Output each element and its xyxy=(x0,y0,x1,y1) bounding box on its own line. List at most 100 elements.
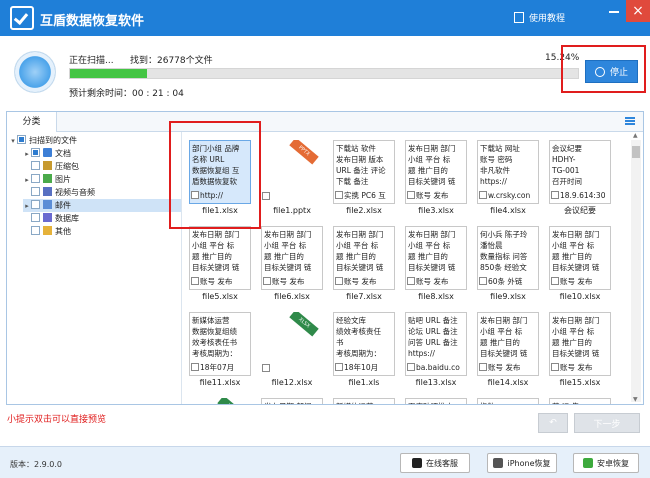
back-button[interactable]: ↶ xyxy=(538,413,568,433)
checkbox[interactable] xyxy=(31,200,40,209)
checkbox[interactable] xyxy=(191,277,199,285)
checkbox-row[interactable]: ba.baidu.co xyxy=(407,362,460,373)
file-thumbnail[interactable]: 指数 xyxy=(477,398,539,404)
file-thumbnail[interactable]: 发布日期 部门 小组 平台 标题 推广目的 目标关键词 链账号 发布 xyxy=(477,312,539,376)
file-item[interactable]: 经验文库 绩效考核责任书考核周期为： 18年10月 file1.xls xyxy=(329,312,399,389)
tree-item-images[interactable]: ▸ 图片 xyxy=(23,173,71,186)
file-item[interactable]: 贴吧 URL 备注 论坛 URL 备注 问答 URL 备注 https:// ba.ba… xyxy=(401,312,471,389)
checkbox[interactable] xyxy=(479,277,487,285)
checkbox-row[interactable]: 账号 发布 xyxy=(479,362,521,373)
file-item[interactable]: 发布日期 部门 小组 平台 标题 推广目的 目标关键词 链账号 发布 file5.xl… xyxy=(185,226,255,303)
file-item[interactable]: 发布日期 部门 小组 平台 标题 推广目的 目标关键词 链账号 发布 file15.x… xyxy=(545,312,615,389)
file-thumbnail[interactable]: 贴吧 URL 备注 论坛 URL 备注 问答 URL 备注 https:// ba.ba… xyxy=(405,312,467,376)
file-item[interactable]: 发布日期 部门 小组 平台 标题 推广目的 目标关键词 链账号 发布 file3.xl… xyxy=(401,140,471,217)
checkbox[interactable] xyxy=(479,363,487,371)
checkbox-row[interactable]: 60条 外链 xyxy=(479,276,523,287)
checkbox-row[interactable]: 18年07月 xyxy=(191,362,235,373)
checkbox[interactable] xyxy=(31,213,40,222)
tree-item-root[interactable]: ▾ 扫描到的文件 xyxy=(9,134,77,147)
file-item[interactable]: 营 运 告 xyxy=(545,398,615,404)
minimize-button[interactable] xyxy=(602,0,626,22)
file-item[interactable]: 新媒体运营 xyxy=(329,398,399,404)
scroll-up-icon[interactable]: ▲ xyxy=(633,132,638,139)
checkbox[interactable] xyxy=(262,192,270,200)
file-thumbnail[interactable]: 新媒体运营 数据恢复组绩 效考核表任书 考核周期为： 18年07月 xyxy=(189,312,251,376)
file-item[interactable]: 何小兵 陈子玲 潘怡晨 数量指标 问答 850条 经验文 60条 外链 file9.xls… xyxy=(473,226,543,303)
close-button[interactable]: × xyxy=(626,0,650,22)
file-thumbnail[interactable]: 发布日期 部门 小组 平台 标题 推广目的 目标关键词 链账号 发布 xyxy=(549,312,611,376)
checkbox[interactable] xyxy=(551,277,559,285)
checkbox[interactable] xyxy=(17,135,26,144)
checkbox[interactable] xyxy=(335,277,343,285)
file-item[interactable]: 发布日期 部门 小组 平台 标题 推广目的 目标关键词 链账号 发布 file7.xl… xyxy=(329,226,399,303)
checkbox[interactable] xyxy=(551,191,559,199)
file-item[interactable]: 发布日期 部门 小组 平台 标题 推广目的 目标关键词 链账号 发布 file8.xl… xyxy=(401,226,471,303)
tree-item-other[interactable]: 其他 xyxy=(23,225,71,238)
file-item[interactable]: 发布日期 部门 小组 平台 标题 推广目的 目标关键词 链账号 发布 file10.x… xyxy=(545,226,615,303)
file-thumbnail[interactable]: 发布日期 部门 xyxy=(261,398,323,404)
checkbox[interactable] xyxy=(31,174,40,183)
checkbox-row[interactable]: 实携 PC6 互 xyxy=(335,190,386,201)
file-thumbnail[interactable]: 发布日期 部门 小组 平台 标题 推广目的 目标关键词 链账号 发布 xyxy=(405,140,467,204)
iphone-recovery-button[interactable]: iPhone恢复 xyxy=(487,453,557,473)
checkbox-row[interactable]: 账号 发布 xyxy=(551,276,593,287)
checkbox[interactable] xyxy=(262,364,270,372)
file-item[interactable]: 发布日期 部门 小组 平台 标题 推广目的 目标关键词 链账号 发布 file14.x… xyxy=(473,312,543,389)
checkbox-row[interactable]: 账号 发布 xyxy=(407,190,449,201)
file-thumbnail[interactable]: 发布日期 部门 小组 平台 标题 推广目的 目标关键词 链账号 发布 xyxy=(261,226,323,290)
checkbox-row[interactable]: 账号 发布 xyxy=(407,276,449,287)
checkbox[interactable] xyxy=(263,277,271,285)
checkbox-row[interactable]: 账号 发布 xyxy=(191,276,233,287)
checkbox-row[interactable]: 账号 发布 xyxy=(551,362,593,373)
file-thumbnail[interactable]: XLSX xyxy=(261,312,323,376)
file-item[interactable]: 指数 xyxy=(473,398,543,404)
file-item[interactable]: 发布日期 部门 小组 平台 标题 推广目的 目标关键词 链账号 发布 file6.xl… xyxy=(257,226,327,303)
file-thumbnail[interactable]: XLSX xyxy=(189,398,251,404)
tree-item-mail[interactable]: ▸ 邮件 xyxy=(23,199,181,212)
file-thumbnail[interactable]: 发布日期 部门 小组 平台 标题 推广目的 目标关键词 链账号 发布 xyxy=(333,226,395,290)
file-item[interactable]: 会议纪要 HDHY- TG-001 召开时间 18.9.614:30 会议纪要 xyxy=(545,140,615,217)
file-thumbnail[interactable]: 百度贴吧推广 xyxy=(405,398,467,404)
checkbox[interactable] xyxy=(31,148,40,157)
scroll-thumb[interactable] xyxy=(632,146,640,158)
tree-item-documents[interactable]: ▸ 文档 xyxy=(23,147,71,160)
checkbox-row[interactable]: 账号 发布 xyxy=(263,276,305,287)
file-item[interactable]: 新媒体运营 数据恢复组绩 效考核表任书 考核周期为： 18年07月 file11.xlsx xyxy=(185,312,255,389)
file-thumbnail[interactable]: 何小兵 陈子玲 潘怡晨 数量指标 问答 850条 经验文 60条 外链 xyxy=(477,226,539,290)
next-button[interactable]: 下一步 xyxy=(574,413,640,433)
file-item[interactable]: 下载站 网址 账号 密码 非凡软件 https:// w.crsky.con file4.… xyxy=(473,140,543,217)
checkbox-row[interactable]: 账号 发布 xyxy=(335,276,377,287)
tree-item-archives[interactable]: 压缩包 xyxy=(23,160,79,173)
file-thumbnail[interactable]: PPTX xyxy=(261,140,323,204)
view-menu-icon[interactable] xyxy=(625,117,635,125)
tree-item-database[interactable]: 数据库 xyxy=(23,212,79,225)
file-thumbnail[interactable]: 会议纪要 HDHY- TG-001 召开时间 18.9.614:30 xyxy=(549,140,611,204)
help-link[interactable]: 使用教程 xyxy=(514,11,565,24)
file-item[interactable]: 百度贴吧推广 xyxy=(401,398,471,404)
tree-item-video-audio[interactable]: 视频与音频 xyxy=(23,186,95,199)
checkbox[interactable] xyxy=(407,363,415,371)
tab-category[interactable]: 分类 xyxy=(7,112,57,132)
checkbox-row[interactable]: 18年10月 xyxy=(335,362,379,373)
checkbox-row[interactable]: w.crsky.con xyxy=(479,190,531,201)
checkbox[interactable] xyxy=(479,191,487,199)
checkbox[interactable] xyxy=(407,277,415,285)
checkbox[interactable] xyxy=(335,363,343,371)
file-item[interactable]: PPTX file1.pptx xyxy=(257,140,327,217)
scroll-down-icon[interactable]: ▼ xyxy=(633,396,638,403)
file-thumbnail[interactable]: 发布日期 部门 小组 平台 标题 推广目的 目标关键词 链账号 发布 xyxy=(189,226,251,290)
file-thumbnail[interactable]: 营 运 告 xyxy=(549,398,611,404)
file-item[interactable]: 发布日期 部门 xyxy=(257,398,327,404)
file-thumbnail[interactable]: 发布日期 部门 小组 平台 标题 推广目的 目标关键词 链账号 发布 xyxy=(405,226,467,290)
android-recovery-button[interactable]: 安卓恢复 xyxy=(573,453,639,473)
file-item[interactable]: XLSX file12.xlsx xyxy=(257,312,327,389)
checkbox[interactable] xyxy=(335,191,343,199)
file-thumbnail[interactable]: 经验文库 绩效考核责任书考核周期为： 18年10月 xyxy=(333,312,395,376)
checkbox[interactable] xyxy=(31,226,40,235)
file-thumbnail[interactable]: 发布日期 部门 小组 平台 标题 推广目的 目标关键词 链账号 发布 xyxy=(549,226,611,290)
online-service-button[interactable]: 在线客服 xyxy=(400,453,470,473)
checkbox[interactable] xyxy=(31,187,40,196)
checkbox[interactable] xyxy=(31,161,40,170)
file-thumbnail[interactable]: 新媒体运营 xyxy=(333,398,395,404)
file-item[interactable]: 下载站 软件 发布日期 版本 URL 备注 评论 下载 备注 实携 PC6 互 file2… xyxy=(329,140,399,217)
